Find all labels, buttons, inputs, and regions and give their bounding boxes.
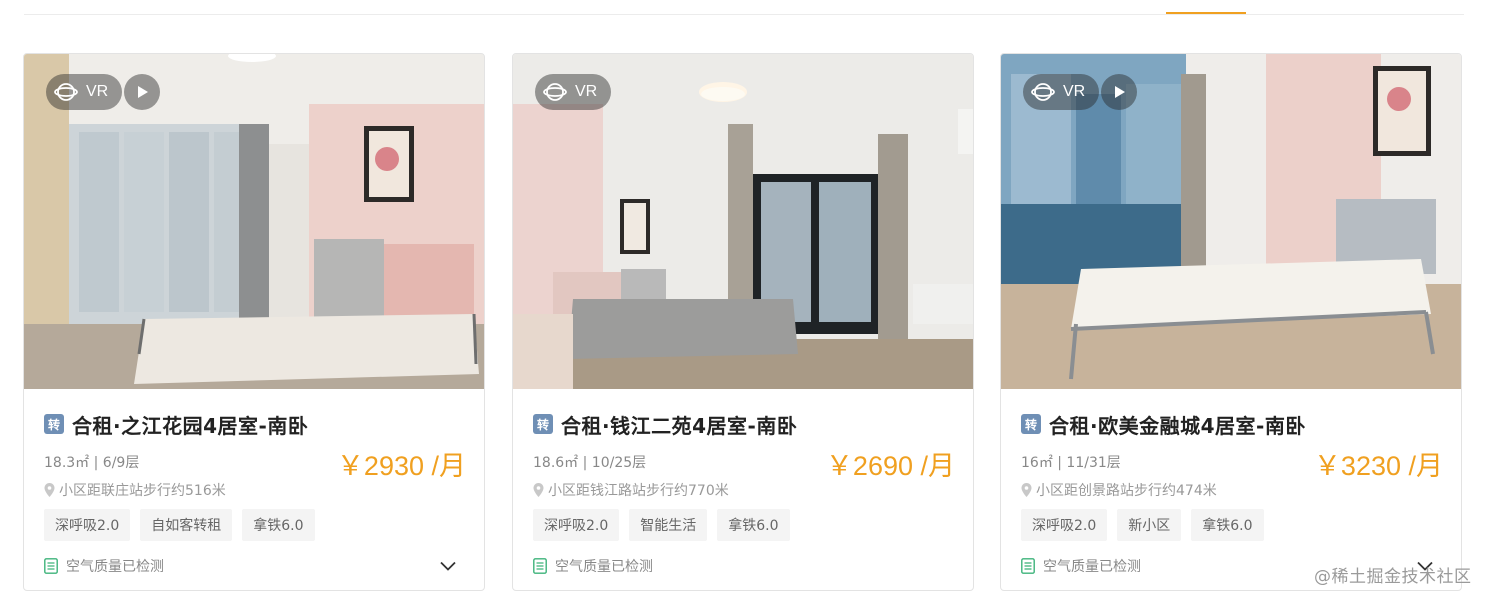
location-pin-icon (533, 483, 544, 497)
air-quality-icon (44, 558, 58, 574)
sublet-tag-icon: 转 (1021, 414, 1041, 434)
air-quality-text: 空气质量已检测 (555, 559, 653, 575)
feature-tags: 深呼吸2.0 自如客转租 拿铁6.0 (44, 509, 315, 541)
distance-text: 小区距创景路站步行约474米 (1036, 483, 1217, 499)
vr-label: VR (575, 83, 598, 100)
listing-distance: 小区距联庄站步行约516米 (44, 480, 226, 500)
feature-tags: 深呼吸2.0 新小区 拿铁6.0 (1021, 509, 1264, 541)
feature-chip: 深呼吸2.0 (44, 509, 131, 541)
listing-meta: 16㎡ | 11/31层 (1021, 455, 1121, 471)
vr-icon (543, 83, 567, 101)
vr-tour-button[interactable]: VR (1023, 74, 1100, 110)
vr-icon (54, 83, 78, 101)
listing-distance: 小区距钱江路站步行约770米 (533, 480, 729, 500)
listing-distance: 小区距创景路站步行约474米 (1021, 480, 1217, 500)
location-pin-icon (1021, 483, 1032, 497)
vr-label: VR (1063, 83, 1086, 100)
air-quality-note: 空气质量已检测 (44, 556, 164, 576)
watermark-text: @稀土掘金技术社区 (1314, 567, 1472, 587)
feature-chip: 拿铁6.0 (1191, 509, 1264, 541)
air-quality-icon (533, 558, 547, 574)
air-quality-text: 空气质量已检测 (66, 559, 164, 575)
listing-info: 转 合租·欧美金融城4居室-南卧 16㎡ | 11/31层 ￥3230 /月 小… (1021, 410, 1443, 575)
air-quality-icon (1021, 558, 1035, 574)
location-pin-icon (44, 483, 55, 497)
listing-price: ￥3230 /月 (1313, 451, 1443, 481)
feature-chip: 自如客转租 (140, 509, 233, 541)
listing-title[interactable]: 合租·欧美金融城4居室-南卧 (1049, 410, 1306, 439)
listing-info: 转 合租·钱江二苑4居室-南卧 18.6㎡ | 10/25层 ￥2690 /月 … (533, 410, 955, 575)
play-icon (138, 86, 148, 98)
air-quality-text: 空气质量已检测 (1043, 559, 1141, 575)
play-icon (1115, 86, 1125, 98)
listing-info: 转 合租·之江花园4居室-南卧 18.3㎡ | 6/9层 ￥2930 /月 小区… (44, 410, 466, 575)
feature-chip: 深呼吸2.0 (1021, 509, 1108, 541)
active-tab-indicator (1166, 12, 1246, 14)
listing-title[interactable]: 合租·之江花园4居室-南卧 (72, 410, 308, 439)
listing-price: ￥2690 /月 (825, 451, 955, 481)
listing-card[interactable]: VR 转 合租·欧美金融城4居室-南卧 16㎡ | 11/31层 ￥3230 /… (1000, 53, 1462, 591)
feature-chip: 智能生活 (629, 509, 708, 541)
listing-title[interactable]: 合租·钱江二苑4居室-南卧 (561, 410, 797, 439)
chevron-down-icon[interactable] (440, 561, 456, 571)
listing-card[interactable]: VR 转 合租·钱江二苑4居室-南卧 18.6㎡ | 10/25层 ￥2690 … (512, 53, 974, 591)
listing-meta: 18.6㎡ | 10/25层 (533, 455, 647, 471)
feature-chip: 新小区 (1117, 509, 1182, 541)
listing-card[interactable]: VR 转 合租·之江花园4居室-南卧 18.3㎡ | 6/9层 ￥2930 /月… (23, 53, 485, 591)
feature-chip: 深呼吸2.0 (533, 509, 620, 541)
feature-chip: 拿铁6.0 (242, 509, 315, 541)
sublet-tag-icon: 转 (533, 414, 553, 434)
vr-label: VR (86, 83, 109, 100)
distance-text: 小区距联庄站步行约516米 (59, 483, 226, 499)
play-video-button[interactable] (124, 74, 160, 110)
listing-grid: VR 转 合租·之江花园4居室-南卧 18.3㎡ | 6/9层 ￥2930 /月… (23, 53, 1463, 591)
listing-price: ￥2930 /月 (336, 451, 466, 481)
vr-tour-button[interactable]: VR (535, 74, 612, 110)
sublet-tag-icon: 转 (44, 414, 64, 434)
listing-meta: 18.3㎡ | 6/9层 (44, 455, 140, 471)
top-divider (24, 14, 1464, 15)
feature-tags: 深呼吸2.0 智能生活 拿铁6.0 (533, 509, 790, 541)
air-quality-note: 空气质量已检测 (1021, 556, 1141, 576)
distance-text: 小区距钱江路站步行约770米 (548, 483, 729, 499)
feature-chip: 拿铁6.0 (717, 509, 790, 541)
play-video-button[interactable] (1101, 74, 1137, 110)
vr-icon (1031, 83, 1055, 101)
vr-tour-button[interactable]: VR (46, 74, 123, 110)
air-quality-note: 空气质量已检测 (533, 556, 653, 576)
